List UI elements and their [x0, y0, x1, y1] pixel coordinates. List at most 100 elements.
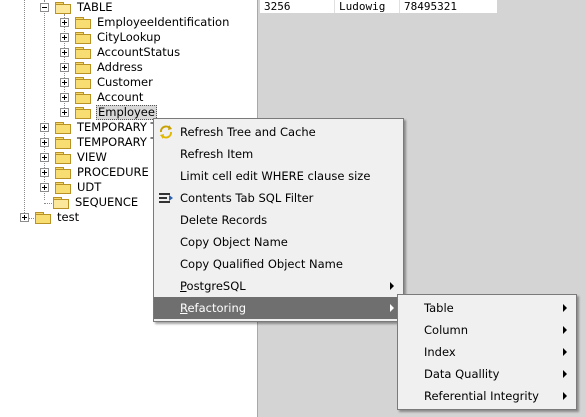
- submenu-arrow-icon: [390, 304, 394, 312]
- expand-icon[interactable]: [60, 33, 69, 42]
- folder-icon: [35, 211, 51, 224]
- tree-node-udt[interactable]: UDT: [40, 180, 102, 195]
- table-cell[interactable]: Ludowig: [335, 0, 400, 13]
- tree-node-temporary[interactable]: TEMPORARY T: [40, 120, 159, 135]
- tree-node-temporary[interactable]: TEMPORARY T: [40, 135, 159, 150]
- tree-node-label: CityLookup: [97, 30, 161, 44]
- expand-icon[interactable]: [40, 153, 49, 162]
- menu-item-label: Referential Integrity: [424, 389, 539, 403]
- menu-item-label: Copy Object Name: [180, 235, 288, 249]
- tree-node-label: Account: [97, 90, 144, 104]
- tree-node-table[interactable]: AccountStatus: [60, 45, 181, 60]
- tree-node-table[interactable]: Address: [60, 60, 144, 75]
- tree-node-label: TABLE: [77, 0, 113, 14]
- menu-item-label: Copy Qualified Object Name: [180, 257, 343, 271]
- menu-item-label: Delete Records: [180, 213, 268, 227]
- submenu-arrow-icon: [390, 282, 394, 290]
- context-menu: Refresh Tree and Cache Refresh Item Limi…: [153, 118, 404, 322]
- menu-item-copy-qualified-object-name[interactable]: Copy Qualified Object Name: [154, 253, 403, 275]
- open-folder-icon: [53, 196, 69, 209]
- tree-node-procedure[interactable]: PROCEDURE: [40, 165, 150, 180]
- collapse-icon[interactable]: [40, 3, 49, 12]
- menu-item-refresh-item[interactable]: Refresh Item: [154, 143, 403, 165]
- folder-icon: [75, 76, 91, 89]
- menu-item-copy-object-name[interactable]: Copy Object Name: [154, 231, 403, 253]
- menu-item-refactoring[interactable]: Refactoring: [154, 297, 403, 319]
- tree-node-label: EmployeeIdentification: [97, 15, 230, 29]
- submenu-arrow-icon: [563, 370, 567, 378]
- menu-item-refresh-tree-and-cache[interactable]: Refresh Tree and Cache: [154, 121, 403, 143]
- tree-node-label: PROCEDURE: [77, 165, 149, 179]
- tree-node-label: Customer: [97, 75, 153, 89]
- tree-node-table[interactable]: Account: [60, 90, 144, 105]
- tree-connector: [24, 0, 25, 221]
- tree-node-label: test: [57, 210, 80, 224]
- folder-icon: [55, 166, 71, 179]
- menu-item-contents-tab-sql-filter[interactable]: Contents Tab SQL Filter: [154, 187, 403, 209]
- expand-icon[interactable]: [60, 108, 69, 117]
- menu-item-label: Refresh Item: [180, 147, 254, 161]
- folder-icon: [55, 136, 71, 149]
- tree-node-table[interactable]: CityLookup: [60, 30, 162, 45]
- tree-node-sequence[interactable]: SEQUENCE: [53, 195, 139, 210]
- tree-node-label: AccountStatus: [97, 45, 181, 59]
- folder-icon: [55, 181, 71, 194]
- expand-icon[interactable]: [40, 123, 49, 132]
- expand-icon[interactable]: [60, 78, 69, 87]
- submenu-item-table[interactable]: Table: [398, 297, 576, 319]
- filter-icon: [158, 190, 174, 206]
- expand-icon[interactable]: [60, 93, 69, 102]
- tree-node-label: Address: [97, 60, 143, 74]
- tree-node-label: VIEW: [77, 150, 107, 164]
- label-rest: ostgreSQL: [186, 279, 246, 293]
- open-folder-icon: [55, 1, 71, 14]
- menu-item-label: Refactoring: [180, 297, 246, 319]
- submenu-item-column[interactable]: Column: [398, 319, 576, 341]
- tree-node-label: Employee: [96, 105, 157, 120]
- menu-item-label: PostgreSQL: [180, 275, 246, 297]
- table-cell[interactable]: 78495321: [400, 0, 494, 13]
- label-rest: efactoring: [187, 301, 247, 315]
- folder-icon: [75, 16, 91, 29]
- table-row[interactable]: 3256 Ludowig 78495321: [260, 0, 497, 13]
- menu-item-label: Index: [424, 345, 456, 359]
- menu-item-label: Limit cell edit WHERE clause size: [180, 169, 371, 183]
- folder-icon: [75, 31, 91, 44]
- tree-node-test[interactable]: test: [20, 210, 80, 225]
- folder-icon: [75, 106, 91, 119]
- tree-node-table[interactable]: Customer: [60, 75, 154, 90]
- menu-item-label: Contents Tab SQL Filter: [180, 191, 314, 205]
- submenu-arrow-icon: [563, 348, 567, 356]
- tree-node-table-group[interactable]: TABLE: [40, 0, 114, 15]
- expand-icon[interactable]: [60, 48, 69, 57]
- submenu-item-index[interactable]: Index: [398, 341, 576, 363]
- submenu-arrow-icon: [563, 392, 567, 400]
- folder-icon: [55, 121, 71, 134]
- tree-node-view[interactable]: VIEW: [40, 150, 108, 165]
- submenu-arrow-icon: [563, 304, 567, 312]
- menu-item-postgresql[interactable]: PostgreSQL: [154, 275, 403, 297]
- folder-icon: [75, 91, 91, 104]
- table-cell[interactable]: 3256: [260, 0, 335, 13]
- expand-icon[interactable]: [60, 63, 69, 72]
- folder-icon: [55, 151, 71, 164]
- menu-item-delete-records[interactable]: Delete Records: [154, 209, 403, 231]
- menu-item-label: Column: [424, 323, 469, 337]
- refactoring-submenu: Table Column Index Data Quallity Referen…: [397, 294, 577, 410]
- tree-node-label: TEMPORARY T: [77, 120, 158, 134]
- submenu-item-data-quality[interactable]: Data Quallity: [398, 363, 576, 385]
- menu-item-label: Table: [424, 301, 454, 315]
- expand-icon[interactable]: [40, 168, 49, 177]
- tree-node-label: TEMPORARY T: [77, 135, 158, 149]
- expand-icon[interactable]: [20, 213, 29, 222]
- menu-item-limit-cell-edit[interactable]: Limit cell edit WHERE clause size: [154, 165, 403, 187]
- expand-icon[interactable]: [40, 138, 49, 147]
- tree-node-label: UDT: [77, 180, 102, 194]
- expand-icon[interactable]: [40, 183, 49, 192]
- submenu-item-referential-integrity[interactable]: Referential Integrity: [398, 385, 576, 407]
- folder-icon: [75, 61, 91, 74]
- folder-icon: [75, 46, 91, 59]
- expand-icon[interactable]: [60, 18, 69, 27]
- tree-node-table-selected[interactable]: Employee: [60, 105, 157, 120]
- tree-node-table[interactable]: EmployeeIdentification: [60, 15, 230, 30]
